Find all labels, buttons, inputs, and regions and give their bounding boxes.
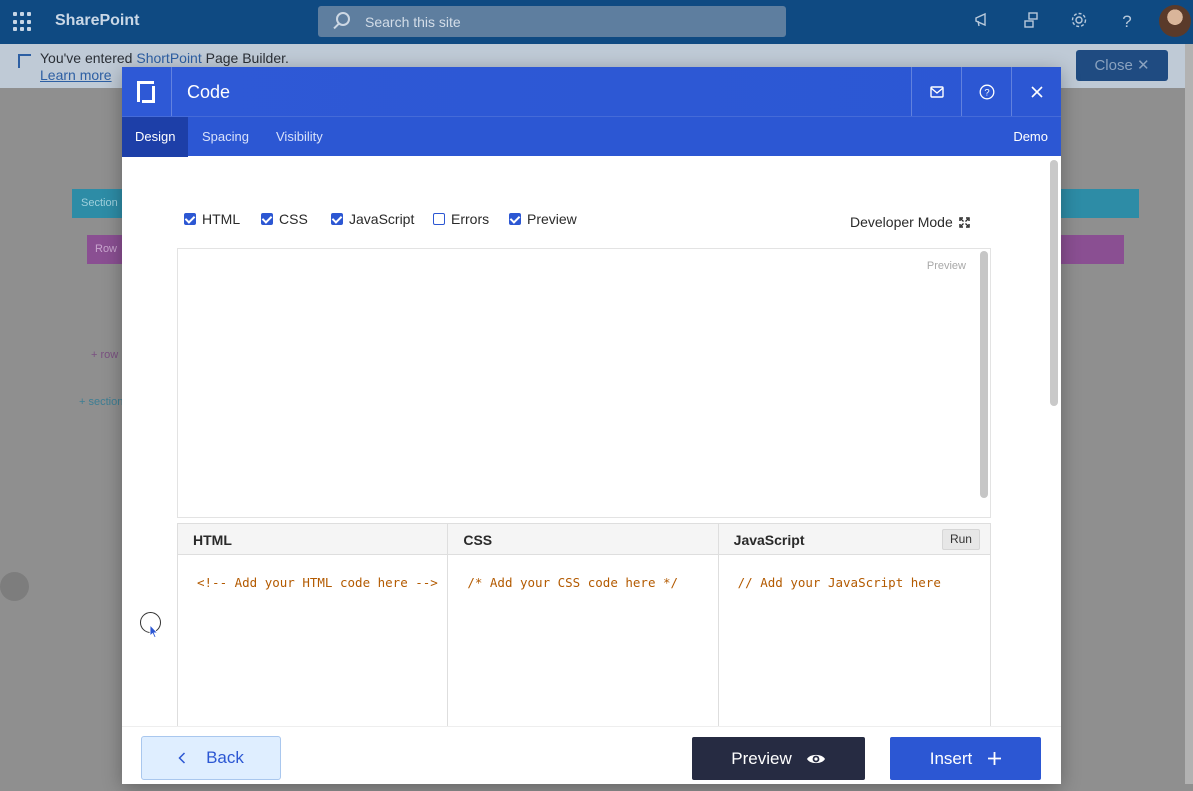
option-html-checkbox[interactable]: HTML [184, 211, 240, 227]
avatar[interactable] [1159, 5, 1191, 37]
close-page-builder-button[interactable]: Close ✕ [1076, 50, 1168, 81]
page-scrollbar[interactable] [1185, 44, 1193, 784]
developer-mode-toggle[interactable]: Developer Mode [850, 214, 970, 230]
site-search-box[interactable]: Search this site [318, 6, 786, 37]
javascript-editor-title: JavaScript [733, 532, 805, 548]
javascript-editor: JavaScript Run // Add your JavaScript he… [718, 524, 990, 726]
help-icon[interactable]: ? [1116, 11, 1138, 33]
mouse-cursor-icon [149, 624, 159, 639]
checkbox-checked-icon [184, 213, 196, 225]
tab-spacing[interactable]: Spacing [202, 117, 249, 157]
close-dialog-button[interactable] [1011, 67, 1061, 116]
add-row-link[interactable]: + row [91, 349, 118, 361]
help-button[interactable]: ? [961, 67, 1011, 116]
sharepoint-brand[interactable]: SharePoint [55, 12, 139, 30]
run-button[interactable]: Run [941, 529, 980, 550]
code-element-dialog: Code ? Design Spacing Visibility Demo HT… [122, 67, 1061, 784]
back-button[interactable]: Back [141, 736, 281, 780]
css-code-input[interactable]: /* Add your CSS code here */ [448, 555, 717, 726]
shortpoint-logo-icon [18, 54, 31, 68]
demo-link[interactable]: Demo [1013, 117, 1048, 157]
option-errors-checkbox[interactable]: Errors [433, 211, 489, 227]
mail-icon [929, 85, 944, 98]
dialog-header: Code ? [122, 67, 1061, 116]
html-editor-title: HTML [178, 524, 448, 555]
insert-button[interactable]: Insert [890, 737, 1041, 780]
preview-scrollbar[interactable] [980, 251, 988, 515]
close-icon [1030, 85, 1043, 98]
html-editor: HTML <!-- Add your HTML code here --> [178, 524, 449, 726]
search-placeholder: Search this site [365, 14, 461, 30]
tab-visibility[interactable]: Visibility [276, 117, 323, 157]
css-editor: CSS /* Add your CSS code here */ [448, 524, 719, 726]
option-preview-checkbox[interactable]: Preview [509, 211, 577, 227]
dialog-footer: Back Preview Insert [122, 726, 1061, 784]
waffle-icon[interactable] [13, 12, 33, 32]
checkbox-checked-icon [331, 213, 343, 225]
sharepoint-suite-bar: SharePoint Search this site ? [0, 0, 1193, 44]
expand-icon [958, 216, 970, 228]
tab-design[interactable]: Design [122, 117, 189, 157]
preview-pane-label: Preview [926, 260, 966, 272]
option-javascript-checkbox[interactable]: JavaScript [331, 211, 414, 227]
chevron-left-icon [178, 752, 186, 764]
dialog-scrollbar[interactable] [1050, 158, 1058, 724]
dialog-title: Code [187, 82, 231, 102]
megaphone-icon[interactable] [972, 11, 994, 33]
html-code-input[interactable]: <!-- Add your HTML code here --> [178, 555, 447, 726]
code-editors: HTML <!-- Add your HTML code here --> CS… [177, 523, 991, 726]
help-icon: ? [979, 84, 994, 99]
svg-text:?: ? [984, 87, 989, 98]
option-css-checkbox[interactable]: CSS [261, 211, 308, 227]
css-editor-title: CSS [448, 524, 718, 555]
checkbox-checked-icon [261, 213, 273, 225]
dialog-tabs: Design Spacing Visibility Demo [122, 116, 1061, 157]
eye-icon [806, 754, 825, 763]
dialog-body: HTML CSS JavaScript Errors Preview Devel… [122, 156, 1061, 726]
shortpoint-logo-icon [122, 67, 172, 116]
gear-icon[interactable] [1068, 11, 1090, 33]
banner-text: You've entered ShortPoint Page Builder. [40, 50, 289, 66]
preview-button[interactable]: Preview [692, 737, 865, 780]
floating-circle-button[interactable] [0, 572, 29, 601]
checkbox-unchecked-icon [433, 213, 445, 225]
javascript-editor-header: JavaScript Run [718, 524, 990, 555]
live-preview-pane: Preview [177, 248, 991, 518]
share-icon[interactable] [1020, 11, 1042, 33]
add-section-link[interactable]: + section [79, 396, 123, 408]
search-icon [336, 12, 350, 26]
mail-button[interactable] [911, 67, 961, 116]
learn-more-link[interactable]: Learn more [40, 67, 112, 83]
checkbox-checked-icon [509, 213, 521, 225]
plus-icon [988, 752, 1002, 765]
javascript-code-input[interactable]: // Add your JavaScript here [719, 555, 990, 726]
